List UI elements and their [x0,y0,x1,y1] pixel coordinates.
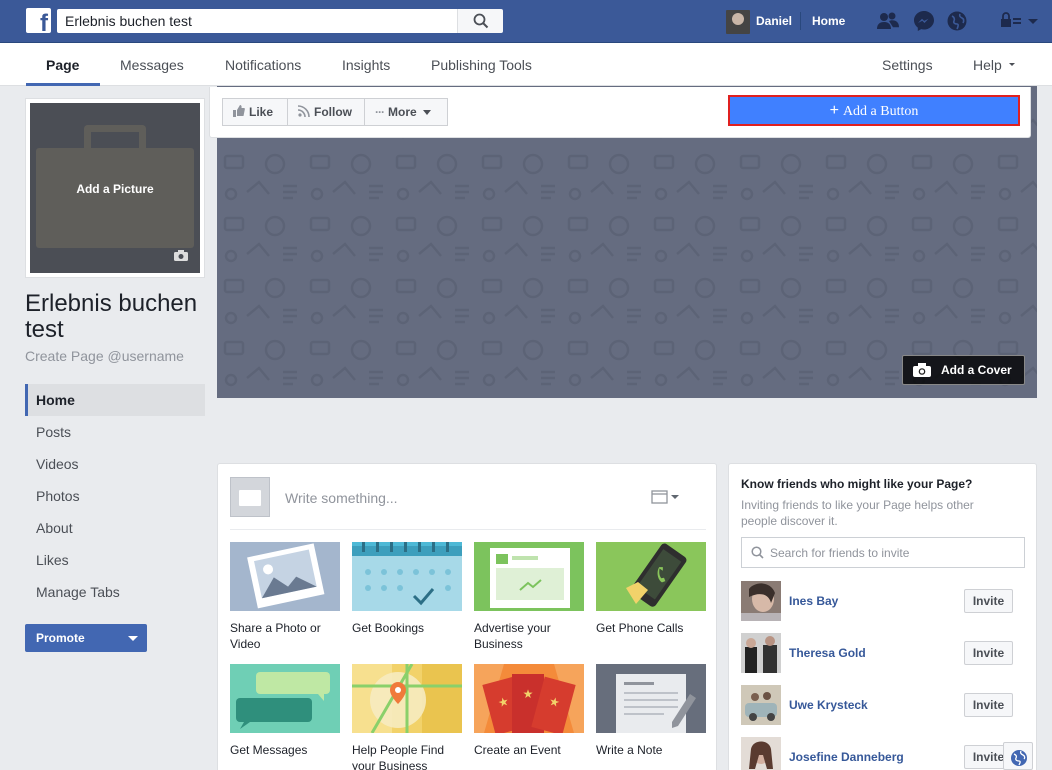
privacy-lock-icon[interactable] [1000,10,1024,32]
search-button[interactable] [457,9,503,33]
page-avatar [230,477,270,517]
account-menu-icon[interactable] [1024,10,1044,32]
avatar[interactable] [741,633,781,673]
list-item: Josefine Danneberg Invite [741,737,1031,770]
page-navigation: Page Messages Notifications Insights Pub… [0,43,1052,86]
rss-follow-icon [297,105,310,118]
tab-notifications[interactable]: Notifications [225,57,301,73]
tab-insights[interactable]: Insights [342,57,390,73]
left-navigation: Home Posts Videos Photos About Likes Man… [25,384,205,608]
share-photo-video-tile[interactable]: Share a Photo or Video [230,542,340,652]
add-picture-label[interactable]: Add a Picture [30,182,200,196]
avatar [726,10,750,34]
get-phone-calls-tile[interactable]: Get Phone Calls [596,542,706,636]
avatar[interactable] [741,685,781,725]
svg-text:★: ★ [523,687,534,701]
friend-name[interactable]: Josefine Danneberg [789,750,904,764]
create-username-link[interactable]: Create Page @username [25,348,184,364]
tab-page[interactable]: Page [46,57,79,73]
promote-button[interactable]: Promote [25,624,147,652]
list-item: Theresa Gold Invite [741,633,1031,673]
write-note-tile[interactable]: Write a Note [596,664,706,758]
friend-name[interactable]: Theresa Gold [789,646,866,660]
briefcase-body [36,148,194,248]
tab-help[interactable]: Help [973,57,1002,73]
friend-name[interactable]: Ines Bay [789,594,838,608]
tab-settings[interactable]: Settings [882,57,933,73]
camera-icon[interactable] [174,250,188,261]
create-event-tile[interactable]: ★ ★ ★ Create an Event [474,664,584,758]
add-cover-button[interactable]: Add a Cover [902,355,1025,385]
user-name: Daniel [756,14,793,28]
top-navigation-bar: f Erlebnis buchen test Daniel Home [0,0,1052,43]
add-a-button-button[interactable]: + Add a Button [728,95,1020,126]
leftnav-item-posts[interactable]: Posts [25,416,205,448]
search-input[interactable]: Erlebnis buchen test [57,9,457,33]
divider [230,529,706,530]
home-link[interactable]: Home [812,14,845,28]
messenger-icon[interactable] [913,10,937,32]
globe-icon [1011,750,1027,766]
profile-picture-frame[interactable]: Add a Picture [25,98,205,278]
leftnav-item-about[interactable]: About [25,512,205,544]
list-item: Ines Bay Invite [741,581,1031,621]
leftnav-item-home[interactable]: Home [25,384,205,416]
ellipsis-icon: ··· [375,105,385,119]
friend-name[interactable]: Uwe Krysteck [789,698,868,712]
invite-button[interactable]: Invite [964,589,1013,613]
photo-illustration-icon [230,542,340,611]
search-icon [751,546,764,559]
leftnav-item-manage-tabs[interactable]: Manage Tabs [25,576,205,608]
help-people-find-business-tile[interactable]: Help People Find your Business [352,664,462,770]
message-bubbles-icon [230,664,340,733]
chat-globe-button[interactable] [1003,742,1033,770]
camera-icon [913,363,931,377]
tab-publishing-tools[interactable]: Publishing Tools [431,57,532,73]
tickets-illustration-icon: ★ ★ ★ [474,664,584,733]
advertise-illustration-icon [474,542,584,611]
avatar[interactable] [741,737,781,770]
friends-icon[interactable] [876,10,900,32]
note-illustration-icon [596,664,706,733]
like-button[interactable]: Like [222,98,288,126]
follow-button[interactable]: Follow [287,98,365,126]
active-tab-indicator [26,83,100,86]
leftnav-item-likes[interactable]: Likes [25,544,205,576]
map-pin-illustration-icon [352,664,462,733]
more-button[interactable]: ··· More [364,98,448,126]
write-something-input[interactable]: Write something... [285,490,398,506]
chevron-down-icon [423,110,432,115]
invite-panel-description: Inviting friends to like your Page helps… [741,498,974,528]
thumbs-up-icon [233,105,245,117]
invite-button[interactable]: Invite [964,641,1013,665]
tab-messages[interactable]: Messages [120,57,184,73]
leftnav-item-photos[interactable]: Photos [25,480,205,512]
get-messages-tile[interactable]: Get Messages [230,664,340,758]
divider [800,12,801,30]
search-icon [473,13,489,29]
invite-button[interactable]: Invite [964,693,1013,717]
calendar-illustration-icon [352,542,462,611]
leftnav-item-videos[interactable]: Videos [25,448,205,480]
chevron-down-icon[interactable] [128,636,138,641]
friend-search-input[interactable]: Search for friends to invite [741,537,1025,568]
post-composer: Write something... Share a Photo or Vide… [217,463,717,770]
invite-friends-panel: Know friends who might like your Page? I… [728,463,1037,770]
page-title: Erlebnis buchen test [25,290,198,343]
notifications-globe-icon[interactable] [946,10,970,32]
page-action-bar: Like Follow ··· More + Add a Button [209,87,1031,138]
schedule-calendar-icon[interactable] [651,490,681,504]
list-item: Uwe Krysteck Invite [741,685,1031,725]
advertise-business-tile[interactable]: Advertise your Business [474,542,584,652]
phone-illustration-icon [596,542,706,611]
invite-panel-title: Know friends who might like your Page? [741,477,973,491]
chevron-down-icon [1009,63,1015,66]
get-bookings-tile[interactable]: Get Bookings [352,542,462,636]
avatar[interactable] [741,581,781,621]
facebook-logo-icon[interactable]: f [26,8,51,36]
plus-icon: + [829,102,839,119]
